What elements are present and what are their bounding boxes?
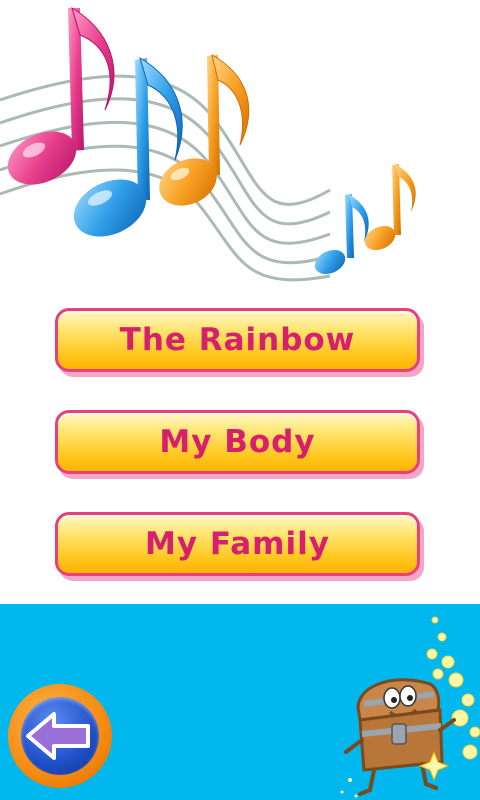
my-family-label: My Family (145, 526, 330, 562)
pink-note-icon (7, 6, 115, 185)
the-rainbow-label: The Rainbow (119, 322, 356, 358)
small-orange-note-icon (364, 164, 416, 251)
orange-note-icon (159, 54, 250, 206)
back-arrow-icon (26, 712, 90, 760)
treasure-chest-icon (340, 616, 480, 798)
the-rainbow-button[interactable]: The Rainbow (55, 308, 420, 372)
back-button[interactable] (8, 684, 112, 788)
my-family-button[interactable]: My Family (55, 512, 420, 576)
music-notes-icon (0, 6, 416, 282)
my-body-button[interactable]: My Body (55, 410, 420, 474)
my-body-label: My Body (159, 424, 316, 460)
